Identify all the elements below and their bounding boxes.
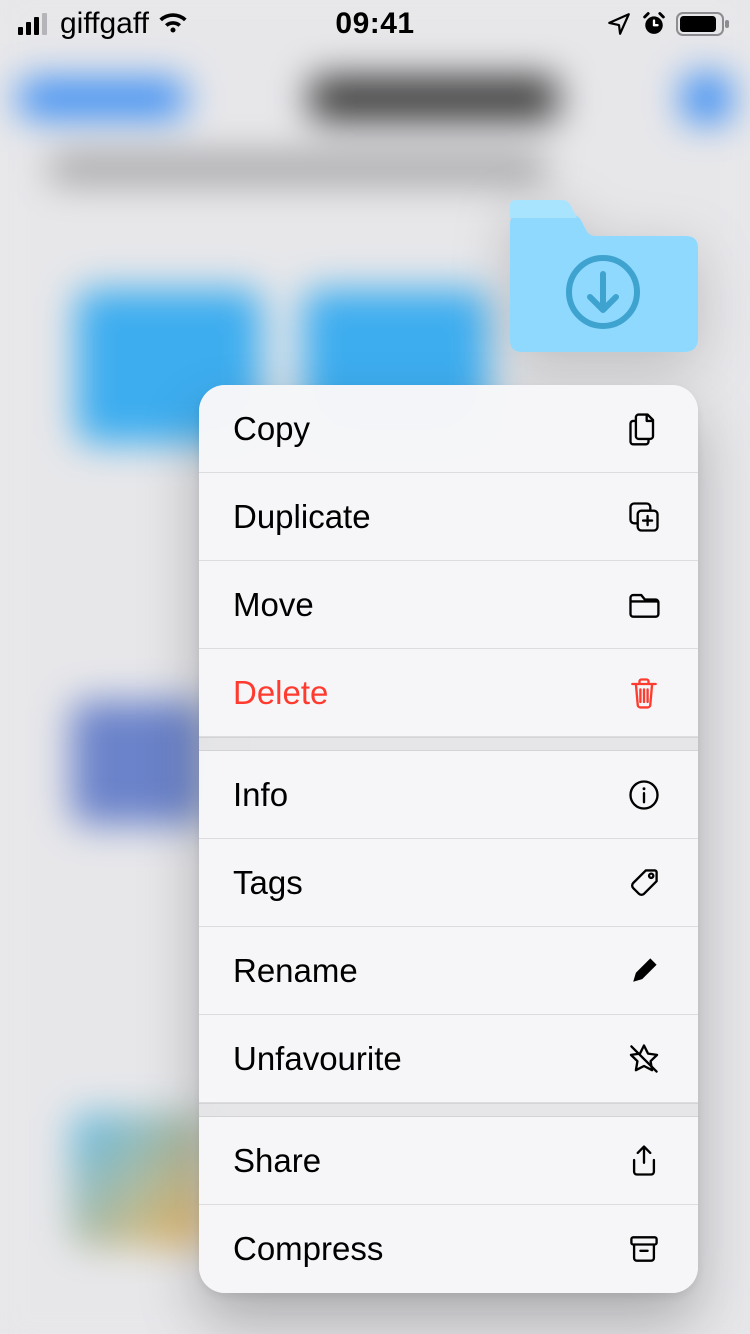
menu-separator <box>199 1103 698 1117</box>
menu-item-label: Move <box>233 586 314 624</box>
tag-icon <box>624 863 664 903</box>
menu-compress[interactable]: Compress <box>199 1205 698 1293</box>
alarm-icon <box>640 10 668 38</box>
menu-item-label: Duplicate <box>233 498 371 536</box>
folder-icon <box>624 585 664 625</box>
menu-unfavourite[interactable]: Unfavourite <box>199 1015 698 1103</box>
menu-item-label: Share <box>233 1142 321 1180</box>
menu-tags[interactable]: Tags <box>199 839 698 927</box>
menu-copy[interactable]: Copy <box>199 385 698 473</box>
menu-separator <box>199 737 698 751</box>
trash-icon <box>624 673 664 713</box>
menu-item-label: Info <box>233 776 288 814</box>
wifi-icon <box>157 12 189 36</box>
pencil-icon <box>624 951 664 991</box>
archive-icon <box>624 1229 664 1269</box>
menu-item-label: Rename <box>233 952 358 990</box>
menu-duplicate[interactable]: Duplicate <box>199 473 698 561</box>
menu-share[interactable]: Share <box>199 1117 698 1205</box>
menu-item-label: Tags <box>233 864 303 902</box>
battery-icon <box>676 11 732 37</box>
carrier-label: giffgaff <box>60 7 149 41</box>
menu-item-label: Unfavourite <box>233 1040 402 1078</box>
status-bar: giffgaff 09:41 <box>0 0 750 44</box>
copy-icon <box>624 409 664 449</box>
menu-item-label: Delete <box>233 674 328 712</box>
menu-item-label: Copy <box>233 410 310 448</box>
duplicate-icon <box>624 497 664 537</box>
menu-delete[interactable]: Delete <box>199 649 698 737</box>
info-icon <box>624 775 664 815</box>
cellular-signal-icon <box>18 13 52 35</box>
folder-preview[interactable] <box>500 200 700 355</box>
menu-rename[interactable]: Rename <box>199 927 698 1015</box>
menu-item-label: Compress <box>233 1230 383 1268</box>
clock: 09:41 <box>335 7 414 41</box>
menu-info[interactable]: Info <box>199 751 698 839</box>
share-icon <box>624 1141 664 1181</box>
location-icon <box>606 11 632 37</box>
context-menu: Copy Duplicate Move Delete Info Tags <box>199 385 698 1293</box>
star-slash-icon <box>624 1039 664 1079</box>
menu-move[interactable]: Move <box>199 561 698 649</box>
